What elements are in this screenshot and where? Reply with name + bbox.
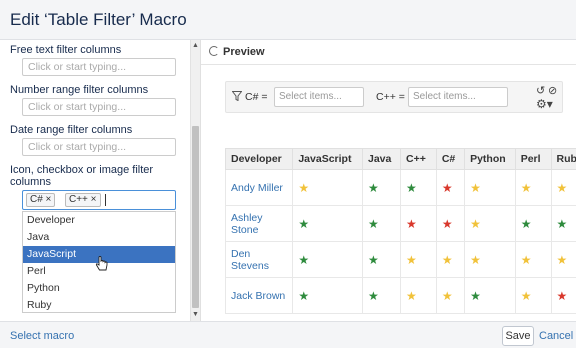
preview-header: Preview [209,46,265,58]
filter-bar: C# = Select items... C++ = Select items.… [225,81,563,113]
developer-name-cell[interactable]: Ashley Stone [225,205,294,242]
header-cpp[interactable]: C++ [400,148,437,170]
table-row: Den Stevens ★ ★ ★ ★ ★ ★ ★ [225,241,576,278]
clear-filter-icon[interactable]: ⊘ [548,84,557,97]
header-javascript[interactable]: JavaScript [292,148,363,170]
header-developer[interactable]: Developer [225,148,294,170]
table-row: Ashley Stone ★ ★ ★ ★ ★ ★ ★ [225,205,576,242]
yellow-star-icon: ★ [435,241,466,278]
yellow-star-icon: ★ [464,205,516,242]
tag-csharp[interactable]: C# × [26,193,56,207]
green-star-icon: ★ [361,205,402,242]
table-row: Jack Brown ★ ★ ★ ★ ★ ★ ★ [225,277,576,314]
green-star-icon: ★ [361,169,402,206]
header-ruby[interactable]: Ruby [550,148,576,170]
green-star-icon: ★ [292,241,363,278]
column-options-dropdown: Developer Java JavaScript Perl Python Ru… [22,211,176,313]
filter-funnel-icon [232,91,242,101]
icon-filter-label: Icon, checkbox or image filter columns [10,164,153,188]
yellow-star-icon: ★ [292,169,363,206]
header-java[interactable]: Java [361,148,402,170]
filter-label-cpp: C++ = [376,91,405,103]
green-star-icon: ★ [292,205,363,242]
preview-divider [201,64,576,65]
preview-panel: Preview C# = Select items... C++ = Selec… [200,40,576,321]
scroll-down-arrow-icon[interactable]: ▼ [192,311,199,318]
yellow-star-icon: ★ [464,169,516,206]
yellow-star-icon: ★ [550,241,576,278]
green-star-icon: ★ [292,277,363,314]
table-row: Andy Miller ★ ★ ★ ★ ★ ★ ★ [225,169,576,206]
green-star-icon: ★ [464,277,516,314]
date-range-filter-label: Date range filter columns [10,124,133,136]
yellow-star-icon: ★ [400,241,437,278]
cancel-link[interactable]: Cancel [539,330,573,342]
yellow-star-icon: ★ [464,241,516,278]
icon-filter-label-line2: columns [10,176,51,188]
option-python[interactable]: Python [23,280,175,297]
yellow-star-icon: ★ [550,169,576,206]
developer-name-cell[interactable]: Andy Miller [225,169,294,206]
dialog-title: Edit ‘Table Filter’ Macro [10,10,187,29]
text-caret [105,194,106,206]
preview-title: Preview [223,46,265,58]
yellow-star-icon: ★ [400,277,437,314]
dialog-footer: Select macro Save Cancel [0,321,576,348]
free-text-filter-label: Free text filter columns [10,44,122,56]
developer-name-cell[interactable]: Den Stevens [225,241,294,278]
gear-icon[interactable]: ⚙▾ [536,97,553,111]
developer-name-cell[interactable]: Jack Brown [225,277,294,314]
icon-filter-multiselect[interactable]: C# × C++ × [22,190,176,210]
table-header-row: Developer JavaScript Java C++ C# Python … [225,148,576,170]
preview-table: Developer JavaScript Java C++ C# Python … [225,148,576,314]
select-macro-link[interactable]: Select macro [10,330,74,342]
filter-select-cpp[interactable]: Select items... [408,87,508,107]
yellow-star-icon: ★ [514,169,552,206]
filter-select-csharp[interactable]: Select items... [274,87,364,107]
red-star-icon: ★ [435,205,466,242]
red-star-icon: ★ [400,205,437,242]
number-range-filter-label: Number range filter columns [10,84,149,96]
header-csharp[interactable]: C# [435,148,466,170]
preview-table-wrapper: Developer JavaScript Java C++ C# Python … [225,148,576,321]
dialog-header: Edit ‘Table Filter’ Macro [0,0,576,40]
yellow-star-icon: ★ [514,241,552,278]
green-star-icon: ★ [361,277,402,314]
icon-filter-label-line1: Icon, checkbox or image filter [10,164,154,176]
option-ruby[interactable]: Ruby [23,297,175,314]
option-java[interactable]: Java [23,229,175,246]
green-star-icon: ★ [514,205,552,242]
date-range-filter-input[interactable] [22,138,176,156]
number-range-filter-input[interactable] [22,98,176,116]
refresh-icon[interactable] [209,46,219,56]
macro-parameters-panel: Free text filter columns Number range fi… [0,40,200,321]
red-star-icon: ★ [550,277,576,314]
free-text-filter-input[interactable] [22,58,176,76]
green-star-icon: ★ [361,241,402,278]
yellow-star-icon: ★ [514,277,552,314]
filter-label-csharp: C# = [245,91,268,103]
red-star-icon: ★ [435,169,466,206]
yellow-star-icon: ★ [435,277,466,314]
green-star-icon: ★ [400,169,437,206]
undo-icon[interactable]: ↺ [536,84,545,97]
hand-cursor-icon [95,256,108,271]
green-star-icon: ★ [550,205,576,242]
header-perl[interactable]: Perl [514,148,552,170]
save-button[interactable]: Save [502,326,534,346]
header-python[interactable]: Python [464,148,516,170]
scroll-thumb[interactable] [192,126,199,308]
left-panel-scrollbar[interactable]: ▲ ▼ [190,40,200,321]
tag-cpp[interactable]: C++ × [65,193,101,207]
scroll-up-arrow-icon[interactable]: ▲ [192,42,199,49]
option-developer[interactable]: Developer [23,212,175,229]
